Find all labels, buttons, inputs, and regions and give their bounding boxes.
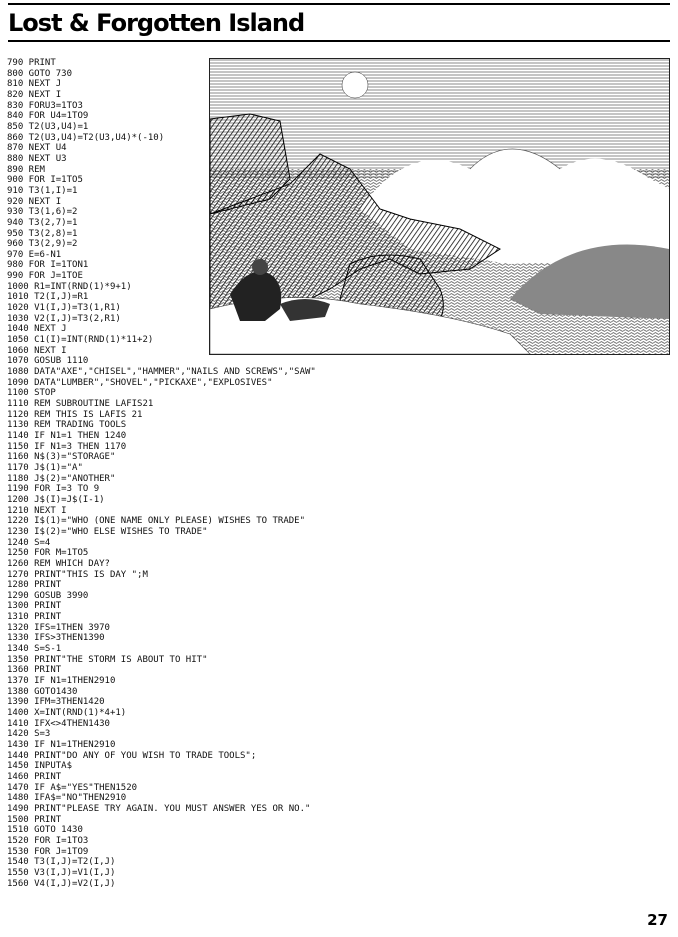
code-line: 1220 I$(1)="WHO (ONE NAME ONLY PLEASE) W… xyxy=(7,516,306,527)
moon xyxy=(341,71,369,99)
code-line: 1080 DATA"AXE","CHISEL","HAMMER","NAILS … xyxy=(7,367,316,378)
code-line: 1130 REM TRADING TOOLS xyxy=(7,420,127,431)
code-line: 1280 PRINT xyxy=(7,580,62,591)
code-line: 1540 T3(I,J)=T2(I,J) xyxy=(7,857,116,868)
header-top-rule xyxy=(8,3,670,5)
code-line: 1310 PRINT xyxy=(7,612,62,623)
code-line: 1350 PRINT"THE STORM IS ABOUT TO HIT" xyxy=(7,654,208,665)
code-line: 1380 GOTO1430 xyxy=(7,686,78,697)
code-line: 1070 GOSUB 1110 xyxy=(7,356,89,367)
code-line: 1270 PRINT"THIS IS DAY ";M xyxy=(7,569,148,580)
code-line: 1240 S=4 xyxy=(7,537,51,548)
code-line: 1090 DATA"LUMBER","SHOVEL","PICKAXE","EX… xyxy=(7,377,273,388)
code-line: 1150 IF N1=3 THEN 1170 xyxy=(7,441,127,452)
code-line: 1180 J$(2)="ANOTHER" xyxy=(7,473,116,484)
code-line: 1550 V3(I,J)=V1(I,J) xyxy=(7,867,116,878)
code-line: 1210 NEXT I xyxy=(7,505,67,516)
code-line: 1110 REM SUBROUTINE LAFIS21 xyxy=(7,399,154,409)
code-line: 1460 PRINT xyxy=(7,771,62,782)
code-line: 1360 PRINT xyxy=(7,665,62,676)
shipwreck-illustration xyxy=(209,58,670,355)
code-line: 1120 REM THIS IS LAFIS 21 xyxy=(7,409,143,420)
code-line: 1560 V4(I,J)=V2(I,J) xyxy=(7,878,116,889)
code-line: 1100 STOP xyxy=(7,388,56,399)
code-line: 1320 IFS=1THEN 3970 xyxy=(7,622,110,633)
code-line: 1340 S=S-1 xyxy=(7,644,62,655)
code-line: 1190 FOR I=3 TO 9 xyxy=(7,484,100,495)
code-line: 1520 FOR I=1TO3 xyxy=(7,835,89,846)
code-line: 1480 IFA$="NO"THEN2910 xyxy=(7,793,127,804)
code-line: 1290 GOSUB 3990 xyxy=(7,590,89,601)
code-line: 1200 J$(I)=J$(I-1) xyxy=(7,494,105,505)
code-line: 1260 REM WHICH DAY? xyxy=(7,558,110,569)
code-line: 1160 N$(3)="STORAGE" xyxy=(7,452,116,463)
code-line: 1400 X=INT(RND(1)*4+1) xyxy=(7,708,127,719)
code-line: 1170 J$(1)="A" xyxy=(7,462,83,473)
header-bottom-rule xyxy=(8,40,670,42)
code-line: 1500 PRINT xyxy=(7,814,62,825)
code-line: 1390 IFM=3THEN1420 xyxy=(7,697,105,708)
code-line: 1510 GOTO 1430 xyxy=(7,825,83,836)
code-line: 1370 IF N1=1THEN2910 xyxy=(7,676,116,687)
code-line: 1420 S=3 xyxy=(7,729,51,740)
code-line: 1330 IFS>3THEN1390 xyxy=(7,633,105,644)
code-line: 1450 INPUTA$ xyxy=(7,761,73,772)
code-line: 1230 I$(2)="WHO ELSE WISHES TO TRADE" xyxy=(7,526,208,537)
code-line: 1300 PRINT xyxy=(7,601,62,612)
code-line: 1430 IF N1=1THEN2910 xyxy=(7,740,116,750)
code-line: 1470 IF A$="YES"THEN1520 xyxy=(7,782,138,793)
code-line: 1250 FOR M=1TO5 xyxy=(7,548,89,559)
code-line: 1530 FOR J=1TO9 xyxy=(7,846,89,857)
code-line: 1410 IFX<>4THEN1430 xyxy=(7,718,110,729)
code-line: 1490 PRINT"PLEASE TRY AGAIN. YOU MUST AN… xyxy=(7,803,311,814)
page-number: 27 xyxy=(647,911,668,929)
code-line: 1140 IF N1=1 THEN 1240 xyxy=(7,430,127,441)
article-title: Lost & Forgotten Island xyxy=(8,9,305,37)
code-line: 1440 PRINT"DO ANY OF YOU WISH TO TRADE T… xyxy=(7,750,257,761)
